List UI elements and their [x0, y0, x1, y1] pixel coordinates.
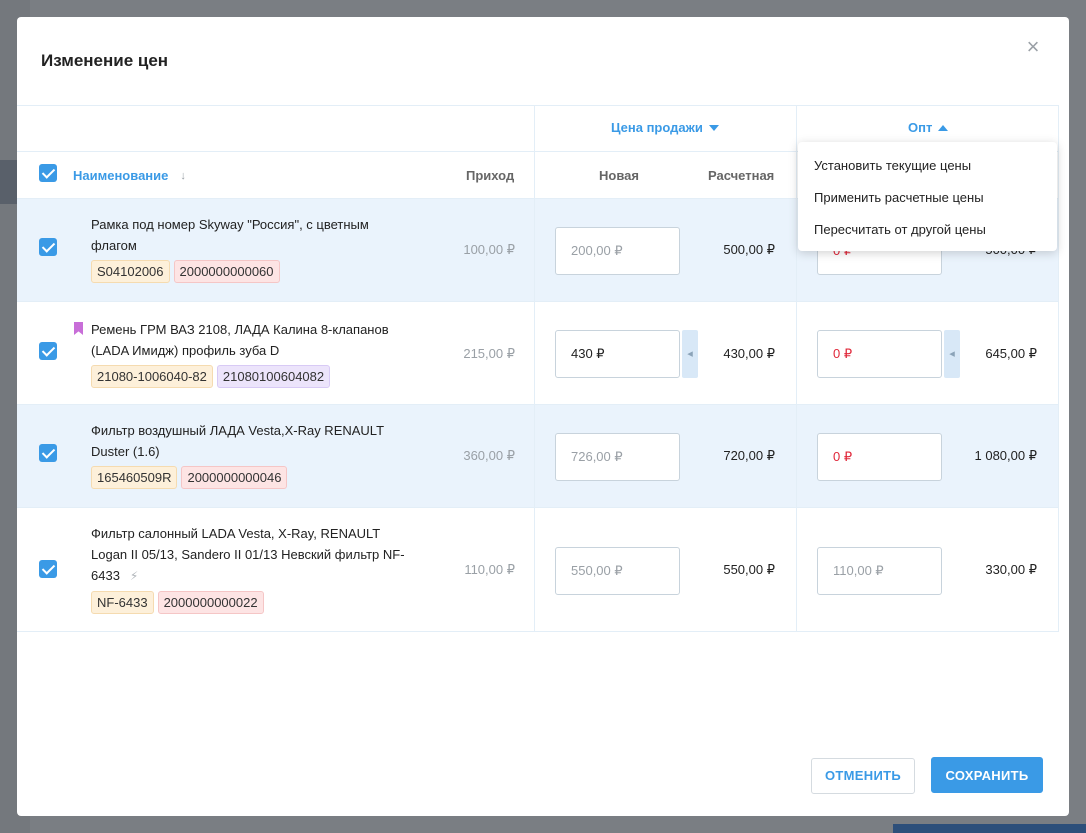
opt-new-price-input[interactable]: 110,00 ₽ — [817, 547, 942, 595]
sale-new-price-input[interactable]: 726,00 ₽ — [555, 433, 680, 481]
column-divider — [534, 105, 535, 632]
opt-calc-value: 1 080,00 ₽ — [974, 448, 1038, 463]
row-checkbox[interactable] — [39, 238, 57, 256]
column-divider — [796, 105, 797, 632]
product-name: Фильтр салонный LADA Vesta, X-Ray, RENAU… — [91, 526, 405, 583]
product-name-cell: Ремень ГРМ ВАЗ 2108, ЛАДА Калина 8-клапа… — [91, 319, 411, 388]
product-name-cell: Фильтр воздушный ЛАДА Vesta,X-Ray RENAUL… — [91, 420, 411, 489]
income-value: 360,00 ₽ — [463, 448, 515, 463]
cancel-button[interactable]: ОТМЕНИТЬ — [811, 758, 915, 794]
sort-by-name-header[interactable]: Наименование ↓ — [73, 168, 186, 183]
product-name: Фильтр воздушный ЛАДА Vesta,X-Ray RENAUL… — [91, 423, 384, 459]
barcode-tag: 2000000000060 — [173, 260, 280, 283]
apply-calc-arrow-icon[interactable]: ◂ — [682, 330, 698, 378]
sale-calc-value: 720,00 ₽ — [723, 448, 775, 463]
barcode-tag: 21080100604082 — [216, 365, 331, 388]
sale-calc-value: 550,00 ₽ — [723, 562, 775, 577]
apply-calc-arrow-icon[interactable]: ◂ — [944, 330, 960, 378]
menu-item-apply-calc-prices[interactable]: Применить расчетные цены — [798, 182, 1057, 214]
sale-calc-value: 500,00 ₽ — [723, 242, 775, 257]
opt-header-label: Опт — [908, 120, 933, 135]
background-bottom-bar — [893, 824, 1086, 833]
caret-up-icon — [938, 124, 949, 131]
income-value: 100,00 ₽ — [463, 242, 515, 257]
menu-item-set-current-prices[interactable]: Установить текущие цены — [798, 150, 1057, 182]
product-tags: 165460509R 2000000000046 — [91, 466, 411, 489]
calc-price-header: Расчетная — [708, 168, 775, 183]
opt-new-price-input[interactable]: 0 ₽ — [817, 330, 942, 378]
sale-new-price-input[interactable]: 430 ₽ — [555, 330, 680, 378]
sale-price-header-label: Цена продажи — [611, 120, 703, 135]
save-button[interactable]: СОХРАНИТЬ — [931, 757, 1043, 793]
row-checkbox[interactable] — [39, 342, 57, 360]
close-icon[interactable]: × — [1023, 36, 1043, 58]
barcode-tag: 2000000000046 — [181, 466, 288, 489]
row-checkbox[interactable] — [39, 560, 57, 578]
name-header-label: Наименование — [73, 168, 169, 183]
sale-calc-value: 430,00 ₽ — [723, 346, 775, 361]
background-strip — [0, 160, 18, 204]
income-header: Приход — [466, 168, 515, 183]
article-tag: 165460509R — [91, 466, 178, 489]
menu-item-recalc-from-other[interactable]: Пересчитать от другой цены — [798, 214, 1057, 246]
product-name-cell: Фильтр салонный LADA Vesta, X-Ray, RENAU… — [91, 523, 411, 614]
product-tags: S04102006 2000000000060 — [91, 260, 411, 283]
caret-down-icon — [708, 124, 719, 131]
sale-new-price-input[interactable]: 200,00 ₽ — [555, 227, 680, 275]
article-tag: S04102006 — [91, 260, 170, 283]
product-name: Рамка под номер Skyway "Россия", с цветн… — [91, 217, 369, 253]
opt-calc-value: 330,00 ₽ — [985, 562, 1037, 577]
article-tag: 21080-1006040-82 — [91, 365, 213, 388]
bookmark-icon — [74, 322, 83, 335]
article-tag: NF-6433 — [91, 591, 154, 614]
table-row: Ремень ГРМ ВАЗ 2108, ЛАДА Калина 8-клапа… — [17, 302, 1059, 405]
column-divider — [1058, 105, 1059, 632]
sort-sale-price-header[interactable]: Цена продажи — [611, 120, 719, 135]
new-price-header: Новая — [599, 168, 639, 183]
lightning-icon: ⚡ — [129, 569, 139, 583]
opt-price-dropdown-menu: Установить текущие цены Применить расчет… — [798, 142, 1057, 251]
income-value: 110,00 ₽ — [464, 562, 515, 577]
modal-title: Изменение цен — [41, 51, 169, 70]
product-name: Ремень ГРМ ВАЗ 2108, ЛАДА Калина 8-клапа… — [91, 322, 389, 358]
product-name-cell: Рамка под номер Skyway "Россия", с цветн… — [91, 214, 411, 283]
table-row: Фильтр воздушный ЛАДА Vesta,X-Ray RENAUL… — [17, 405, 1059, 508]
barcode-tag: 2000000000022 — [157, 591, 264, 614]
opt-price-header[interactable]: Опт — [908, 120, 949, 135]
product-name-line: Фильтр салонный LADA Vesta, X-Ray, RENAU… — [91, 523, 411, 587]
sort-down-arrow-icon: ↓ — [180, 169, 186, 182]
table-row: Фильтр салонный LADA Vesta, X-Ray, RENAU… — [17, 508, 1059, 632]
product-tags: 21080-1006040-82 21080100604082 — [91, 365, 411, 388]
select-all-checkbox[interactable] — [39, 164, 57, 182]
price-change-modal: Изменение цен × Цена продажи Опт Наимено… — [17, 17, 1069, 816]
income-value: 215,00 ₽ — [463, 346, 515, 361]
opt-calc-value: 645,00 ₽ — [985, 346, 1037, 361]
row-checkbox[interactable] — [39, 444, 57, 462]
product-tags: NF-6433 2000000000022 — [91, 591, 411, 614]
opt-new-price-input[interactable]: 0 ₽ — [817, 433, 942, 481]
sale-new-price-input[interactable]: 550,00 ₽ — [555, 547, 680, 595]
